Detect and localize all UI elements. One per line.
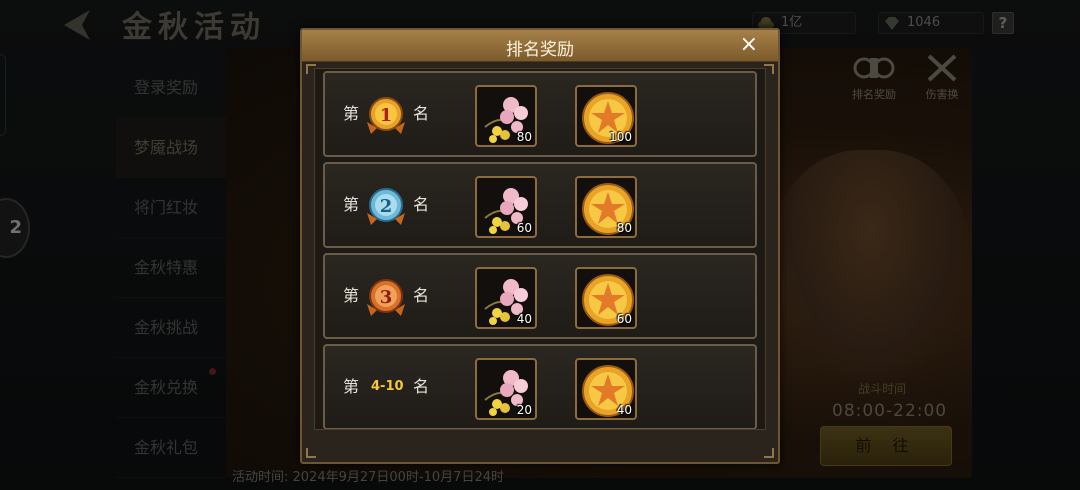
- corner-ornament: [306, 448, 316, 458]
- reward-list[interactable]: 第 1 名 80 100 第 2 名 60 80 第 3 名 40 60 第 4…: [314, 68, 766, 430]
- reward-item-blossom[interactable]: 80: [475, 85, 537, 147]
- rank-range: 4-10: [371, 379, 404, 394]
- silver-medal-icon: 2: [367, 188, 405, 225]
- item-count: 60: [616, 312, 632, 326]
- rank-suffix: 名: [413, 104, 430, 123]
- reward-item-blossom[interactable]: 60: [475, 176, 537, 238]
- rank-prefix: 第: [343, 195, 360, 214]
- rank-prefix: 第: [343, 104, 360, 123]
- rank-prefix: 第: [343, 286, 360, 305]
- reward-item-star-coin[interactable]: 80: [575, 176, 637, 238]
- rank-suffix: 名: [413, 377, 430, 396]
- rank-row-2: 第 2 名 60 80: [323, 162, 757, 248]
- item-count: 40: [516, 312, 532, 326]
- item-count: 20: [516, 403, 532, 417]
- item-count: 100: [609, 130, 632, 144]
- gold-medal-icon: 1: [367, 97, 405, 134]
- reward-item-blossom[interactable]: 20: [475, 358, 537, 420]
- rank-suffix: 名: [413, 195, 430, 214]
- bronze-medal-icon: 3: [367, 279, 405, 316]
- reward-item-star-coin[interactable]: 60: [575, 267, 637, 329]
- reward-item-star-coin[interactable]: 40: [575, 358, 637, 420]
- rank-row-1: 第 1 名 80 100: [323, 71, 757, 157]
- rank-row-3: 第 3 名 40 60: [323, 253, 757, 339]
- item-count: 60: [516, 221, 532, 235]
- medal-number: 1: [380, 105, 393, 126]
- rank-suffix: 名: [413, 286, 430, 305]
- close-button[interactable]: ×: [740, 32, 758, 58]
- rank-reward-modal: 排名奖励 × 第 1 名 80 100 第 2 名 60 80 第 3 名 40…: [300, 28, 780, 464]
- medal-number: 2: [380, 196, 393, 217]
- medal-number: 3: [380, 287, 393, 308]
- item-count: 80: [516, 130, 532, 144]
- modal-header: 排名奖励 ×: [302, 30, 778, 62]
- item-count: 80: [616, 221, 632, 235]
- modal-title: 排名奖励: [506, 40, 574, 60]
- rank-row-4-10: 第 4-10 名 20 40: [323, 344, 757, 429]
- reward-item-star-coin[interactable]: 100: [575, 85, 637, 147]
- rank-prefix: 第: [343, 377, 360, 396]
- corner-ornament: [764, 448, 774, 458]
- reward-item-blossom[interactable]: 40: [475, 267, 537, 329]
- item-count: 40: [616, 403, 632, 417]
